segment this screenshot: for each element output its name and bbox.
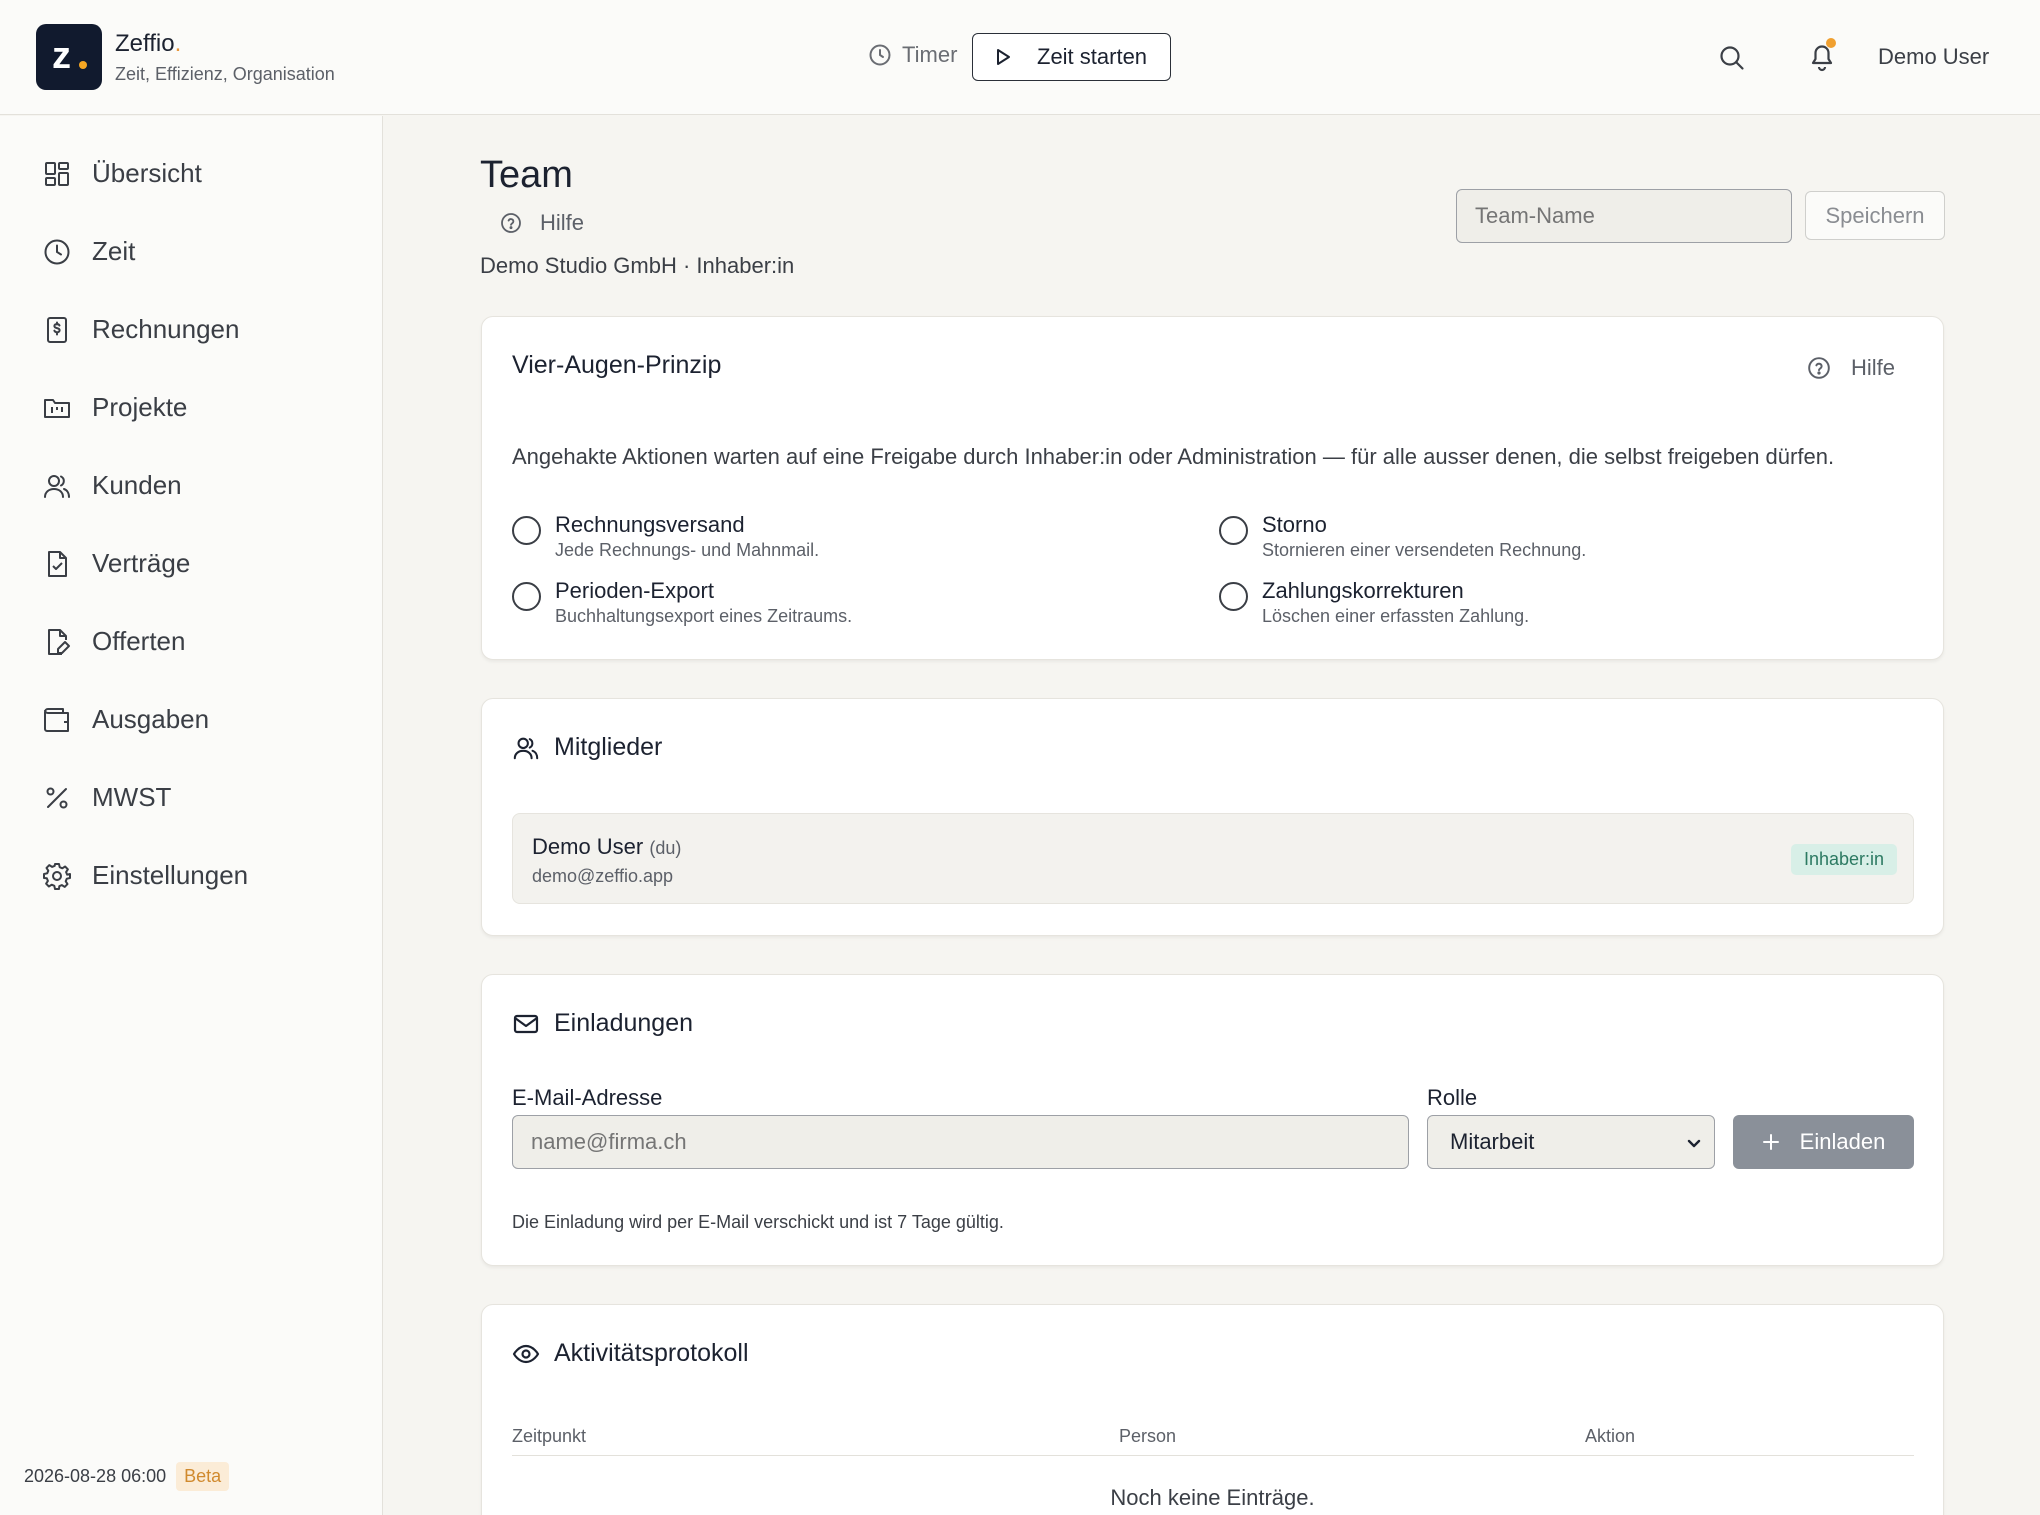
team-name-input[interactable] <box>1456 189 1792 243</box>
empty-state: Noch keine Einträge. <box>1110 1485 1315 1510</box>
start-timer-button[interactable]: Zeit starten <box>972 33 1171 81</box>
option-description: Stornieren einer versendeten Rechnung. <box>1262 540 1587 560</box>
clock-icon <box>42 237 72 267</box>
column-header-person: Person <box>1119 1426 1177 1446</box>
card-title: Aktivitätsprotokoll <box>512 1339 749 1368</box>
sidebar-item-mwst[interactable]: MWST <box>42 782 171 813</box>
checkbox[interactable] <box>512 516 541 545</box>
checkbox[interactable] <box>1219 582 1248 611</box>
card-title: Einladungen <box>512 1009 693 1038</box>
table-divider <box>512 1455 1914 1456</box>
option-rechnungsversand[interactable]: Rechnungsversand Jede Rechnungs- und Mahn… <box>512 511 819 561</box>
option-label: Zahlungskorrekturen <box>1262 578 1464 603</box>
help-icon <box>1807 356 1831 380</box>
brand-name: Zeffio. <box>115 30 182 57</box>
chevron-down-icon <box>1686 1135 1702 1151</box>
sidebar-timestamp: 2026-08-28 06:00 <box>24 1466 167 1486</box>
sidebar-footer: 2026-08-28 06:00 Beta <box>24 1462 230 1491</box>
help-icon <box>500 212 522 234</box>
brand-tagline: Zeit, Effizienz, Organisation <box>115 64 335 84</box>
mail-icon <box>512 1010 540 1038</box>
sidebar-item-label: Projekte <box>92 392 188 422</box>
option-description: Löschen einer erfassten Zahlung. <box>1262 606 1530 626</box>
member-row: Demo User (du) demo@zeffio.app Inhaber:i… <box>512 813 1914 904</box>
member-name: Demo User (du) <box>532 834 682 859</box>
sidebar-item-label: Übersicht <box>92 158 202 188</box>
invitations-card: Einladungen E-Mail-Adresse Rolle Mitarbe… <box>481 974 1944 1266</box>
option-description: Jede Rechnungs- und Mahnmail. <box>555 540 820 560</box>
sidebar-item-label: Einstellungen <box>92 860 249 890</box>
member-email: demo@zeffio.app <box>532 866 674 886</box>
option-zahlungskorrekturen[interactable]: Zahlungskorrekturen Löschen einer erfasst… <box>1219 577 1529 627</box>
plus-icon <box>1762 1133 1780 1151</box>
card-title: Vier-Augen-Prinzip <box>512 351 722 379</box>
card-help-link[interactable]: Hilfe <box>1807 355 1895 381</box>
eye-icon <box>512 1340 540 1368</box>
save-button[interactable]: Speichern <box>1805 191 1945 240</box>
sidebar-item-projekte[interactable]: Projekte <box>42 392 187 423</box>
email-input[interactable] <box>512 1115 1409 1169</box>
grid-icon <box>42 159 72 189</box>
four-eyes-card: Vier-Augen-Prinzip Hilfe Angehakte Aktio… <box>481 316 1944 660</box>
sidebar-item-label: Offerten <box>92 626 186 656</box>
column-header-aktion: Aktion <box>1585 1426 1636 1446</box>
column-header-zeitpunkt: Zeitpunkt <box>512 1426 587 1446</box>
role-select-value: Mitarbeit <box>1450 1129 1535 1154</box>
sidebar: Übersicht Zeit Rechnungen Projekte Kunde… <box>0 116 383 1515</box>
play-icon <box>993 47 1013 67</box>
quote-icon <box>42 627 72 657</box>
notification-dot <box>1826 38 1836 48</box>
invite-button[interactable]: Einladen <box>1733 1115 1914 1169</box>
role-badge: Inhaber:in <box>1790 844 1897 875</box>
option-label: Perioden-Export <box>555 578 714 603</box>
beta-badge: Beta <box>176 1462 230 1491</box>
checkbox[interactable] <box>512 582 541 611</box>
percent-icon <box>42 783 72 813</box>
clock-icon <box>868 43 892 67</box>
four-eyes-description: Angehakte Aktionen warten auf eine Freig… <box>512 444 1835 469</box>
gear-icon <box>42 861 72 891</box>
user-menu[interactable]: Demo User <box>1878 44 1989 70</box>
role-select[interactable]: Mitarbeit <box>1427 1115 1715 1169</box>
users-icon <box>42 471 72 501</box>
contract-icon <box>42 549 72 579</box>
search-icon[interactable] <box>1718 44 1746 72</box>
option-storno[interactable]: Storno Stornieren einer versendeten Rechn… <box>1219 511 1586 561</box>
sidebar-item-label: Ausgaben <box>92 704 210 734</box>
timer-label: Timer <box>868 42 957 68</box>
option-label: Storno <box>1262 512 1327 537</box>
wallet-icon <box>42 705 72 735</box>
invoice-icon <box>42 315 72 345</box>
sidebar-item-rechnungen[interactable]: Rechnungen <box>42 314 239 345</box>
page-subtitle: Demo Studio GmbH · Inhaber:in <box>480 253 795 278</box>
members-card: Mitglieder Demo User (du) demo@zeffio.ap… <box>481 698 1944 936</box>
sidebar-item-offerten[interactable]: Offerten <box>42 626 185 657</box>
activity-log-card: Aktivitätsprotokoll Zeitpunkt Person Akt… <box>481 1304 1944 1515</box>
sidebar-item-ausgaben[interactable]: Ausgaben <box>42 704 209 735</box>
sidebar-item-uebersicht[interactable]: Übersicht <box>42 158 202 189</box>
sidebar-item-label: Rechnungen <box>92 314 240 344</box>
sidebar-item-vertraege[interactable]: Verträge <box>42 548 190 579</box>
option-description: Buchhaltungsexport eines Zeitraums. <box>555 606 853 626</box>
email-label: E-Mail-Adresse <box>512 1085 663 1110</box>
role-label: Rolle <box>1427 1085 1478 1110</box>
card-title: Mitglieder <box>512 733 662 762</box>
app-logo[interactable]: z <box>36 24 102 90</box>
option-label: Rechnungsversand <box>555 512 745 537</box>
sidebar-item-label: Zeit <box>92 236 136 266</box>
page-help-link[interactable]: Hilfe <box>500 210 584 236</box>
sidebar-item-label: MWST <box>92 782 172 812</box>
sidebar-item-kunden[interactable]: Kunden <box>42 470 182 501</box>
sidebar-item-label: Kunden <box>92 470 182 500</box>
page-title: Team <box>480 154 573 196</box>
option-perioden-export[interactable]: Perioden-Export Buchhaltungsexport eines … <box>512 577 852 627</box>
sidebar-item-zeit[interactable]: Zeit <box>42 236 135 267</box>
invitation-hint: Die Einladung wird per E-Mail verschickt… <box>512 1212 1004 1232</box>
sidebar-item-label: Verträge <box>92 548 191 578</box>
folder-icon <box>42 393 72 423</box>
top-bar: z Zeffio. Zeit, Effizienz, Organisation … <box>0 0 2040 115</box>
checkbox[interactable] <box>1219 516 1248 545</box>
users-icon <box>512 734 540 762</box>
sidebar-item-einstellungen[interactable]: Einstellungen <box>42 860 248 891</box>
